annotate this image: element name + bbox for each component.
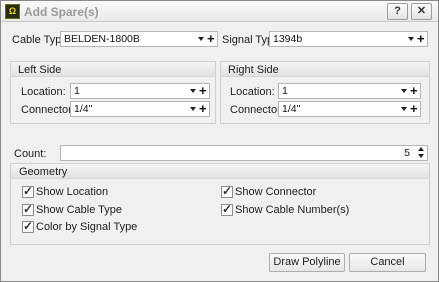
check-icon: ✓: [23, 202, 34, 216]
chevron-down-icon[interactable]: [190, 89, 196, 93]
chevron-down-icon[interactable]: [401, 89, 407, 93]
show-cable-numbers-label[interactable]: Show Cable Number(s): [235, 204, 349, 216]
chevron-down-icon[interactable]: [401, 107, 407, 111]
show-connector-checkbox[interactable]: ✓: [221, 184, 233, 198]
group-header: Left Side: [11, 62, 215, 77]
close-button[interactable]: ✕: [411, 3, 432, 20]
count-value: 5: [404, 147, 410, 159]
chevron-down-icon[interactable]: [198, 37, 204, 41]
show-cable-type-label[interactable]: Show Cable Type: [36, 204, 122, 216]
signal-type-value: 1394b: [273, 33, 303, 45]
chevron-down-icon[interactable]: [408, 37, 414, 41]
add-connector-icon[interactable]: +: [410, 101, 418, 117]
right-location-select[interactable]: 1 +: [278, 83, 421, 99]
add-connector-icon[interactable]: +: [199, 101, 207, 117]
right-connector-value: 1/4": [282, 103, 301, 115]
count-spinner[interactable]: 5: [60, 145, 428, 161]
right-side-title: Right Side: [228, 64, 279, 76]
window-title: Add Spare(s): [24, 5, 99, 19]
left-connector-label: Connector:: [21, 104, 75, 116]
show-cable-numbers-checkbox[interactable]: ✓: [221, 202, 233, 216]
cable-type-select[interactable]: BELDEN-1800B +: [60, 31, 218, 47]
color-by-signal-type-checkbox[interactable]: ✓: [22, 219, 34, 233]
right-location-value: 1: [282, 85, 288, 97]
show-location-label[interactable]: Show Location: [36, 186, 108, 198]
add-cable-type-icon[interactable]: +: [207, 31, 215, 47]
title-bar: Ω Add Spare(s) ? ✕: [1, 1, 438, 22]
show-connector-label[interactable]: Show Connector: [235, 186, 316, 198]
add-location-icon[interactable]: +: [410, 83, 418, 99]
chevron-down-icon[interactable]: [190, 107, 196, 111]
add-signal-type-icon[interactable]: +: [417, 31, 425, 47]
left-location-select[interactable]: 1 +: [70, 83, 210, 99]
spin-down-icon[interactable]: [418, 154, 424, 158]
color-by-signal-type-label[interactable]: Color by Signal Type: [36, 221, 137, 233]
count-label: Count:: [14, 148, 47, 160]
spin-up-icon[interactable]: [418, 147, 424, 151]
cable-type-value: BELDEN-1800B: [64, 33, 140, 45]
group-header: Right Side: [221, 62, 429, 77]
add-spares-dialog: Ω Add Spare(s) ? ✕ Cable Type: BELDEN-18…: [0, 0, 439, 282]
help-button[interactable]: ?: [387, 3, 408, 20]
left-location-label: Location:: [21, 86, 66, 98]
signal-type-select[interactable]: 1394b +: [269, 31, 428, 47]
check-icon: ✓: [23, 219, 34, 233]
app-icon: Ω: [5, 4, 20, 19]
geometry-title: Geometry: [19, 166, 68, 178]
left-side-title: Left Side: [18, 64, 62, 76]
check-icon: ✓: [222, 184, 233, 198]
left-connector-select[interactable]: 1/4" +: [70, 101, 210, 117]
add-location-icon[interactable]: +: [199, 83, 207, 99]
cancel-button[interactable]: Cancel: [349, 253, 426, 272]
show-location-checkbox[interactable]: ✓: [22, 184, 34, 198]
left-connector-value: 1/4": [74, 103, 93, 115]
check-icon: ✓: [222, 202, 233, 216]
group-header: Geometry: [11, 164, 429, 179]
right-location-label: Location:: [230, 86, 275, 98]
check-icon: ✓: [23, 184, 34, 198]
show-cable-type-checkbox[interactable]: ✓: [22, 202, 34, 216]
left-location-value: 1: [74, 85, 80, 97]
draw-polyline-button[interactable]: Draw Polyline: [269, 253, 345, 272]
right-connector-label: Connector:: [230, 104, 284, 116]
right-connector-select[interactable]: 1/4" +: [278, 101, 421, 117]
